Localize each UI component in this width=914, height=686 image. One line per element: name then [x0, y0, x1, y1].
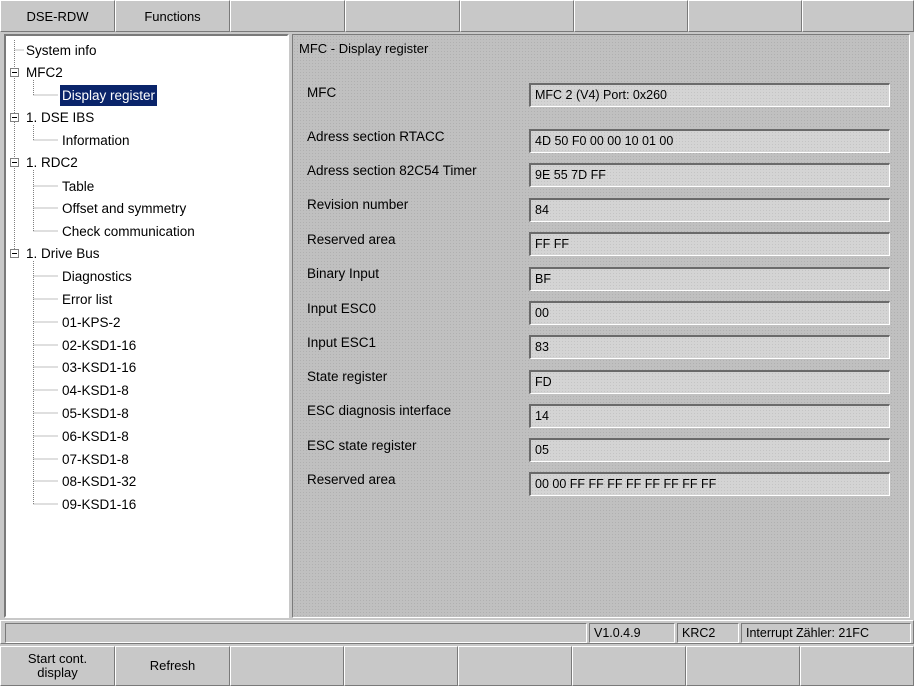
- panel-title: MFC - Display register: [299, 41, 429, 56]
- tree-item-drive[interactable]: 07-KSD1-8: [60, 449, 131, 470]
- tree-item-diagnostics[interactable]: Diagnostics: [60, 266, 134, 287]
- register-value: 00 00 FF FF FF FF FF FF FF FF: [529, 472, 890, 496]
- softkey-7[interactable]: [686, 646, 800, 686]
- register-value: 9E 55 7D FF: [529, 163, 890, 187]
- register-value: FD: [529, 370, 890, 394]
- register-value: 14: [529, 404, 890, 428]
- tree-item-rdc2[interactable]: 1. RDC2: [24, 152, 80, 173]
- menu-functions[interactable]: Functions: [115, 0, 230, 32]
- collapse-icon[interactable]: [10, 158, 19, 167]
- register-label: Reserved area: [307, 232, 396, 247]
- register-label: Adress section 82C54 Timer: [307, 163, 477, 178]
- collapse-icon[interactable]: [10, 249, 19, 258]
- menu-empty-6[interactable]: [574, 0, 688, 32]
- menu-empty-5[interactable]: [460, 0, 574, 32]
- menu-empty-8[interactable]: [802, 0, 914, 32]
- tree-item-check-communication[interactable]: Check communication: [60, 221, 197, 242]
- register-value: 05: [529, 438, 890, 462]
- menu-bar: DSE-RDW Functions: [0, 0, 914, 32]
- register-value: 83: [529, 335, 890, 359]
- softkey-8[interactable]: [800, 646, 914, 686]
- collapse-icon[interactable]: [10, 68, 19, 77]
- menu-dse-rdw[interactable]: DSE-RDW: [0, 0, 115, 32]
- tree-item-table[interactable]: Table: [60, 176, 96, 197]
- collapse-icon[interactable]: [10, 113, 19, 122]
- start-cont-display-button[interactable]: Start cont. display: [0, 646, 115, 686]
- tree-item-drive[interactable]: 09-KSD1-16: [60, 494, 138, 515]
- softkey-5[interactable]: [458, 646, 572, 686]
- refresh-button[interactable]: Refresh: [115, 646, 230, 686]
- register-value: 4D 50 F0 00 00 10 01 00: [529, 129, 890, 153]
- register-label: MFC: [307, 85, 337, 100]
- status-message: [5, 623, 587, 643]
- tree-item-drive[interactable]: 04-KSD1-8: [60, 380, 131, 401]
- register-value: BF: [529, 267, 890, 291]
- register-value: 00: [529, 301, 890, 325]
- softkey-3[interactable]: [230, 646, 344, 686]
- status-interrupt-counter: Interrupt Zähler: 21FC: [741, 623, 911, 643]
- register-label: ESC diagnosis interface: [307, 403, 452, 418]
- tree-item-drive[interactable]: 01-KPS-2: [60, 312, 123, 333]
- register-label: Input ESC0: [307, 301, 377, 316]
- register-panel: MFC - Display register MFC MFC 2 (V4) Po…: [292, 34, 910, 618]
- status-bar: V1.0.4.9 KRC2 Interrupt Zähler: 21FC: [0, 620, 914, 644]
- register-label: Revision number: [307, 197, 409, 212]
- register-value: 84: [529, 198, 890, 222]
- softkey-6[interactable]: [572, 646, 686, 686]
- tree-item-drive[interactable]: 03-KSD1-16: [60, 357, 138, 378]
- register-label: ESC state register: [307, 438, 417, 453]
- register-label: Reserved area: [307, 472, 396, 487]
- register-label: Binary Input: [307, 266, 380, 281]
- tree-item-display-register[interactable]: Display register: [60, 85, 158, 106]
- softkey-4[interactable]: [344, 646, 458, 686]
- menu-empty-3[interactable]: [230, 0, 345, 32]
- tree-item-drive[interactable]: 05-KSD1-8: [60, 403, 131, 424]
- status-robot: KRC2: [677, 623, 739, 643]
- tree-item-dse-ibs[interactable]: 1. DSE IBS: [24, 107, 96, 128]
- tree-item-drive[interactable]: 06-KSD1-8: [60, 426, 131, 447]
- register-label: Input ESC1: [307, 335, 377, 350]
- softkey-bar: Start cont. display Refresh: [0, 646, 914, 686]
- register-value: MFC 2 (V4) Port: 0x260: [529, 83, 890, 107]
- tree-item-drive[interactable]: 02-KSD1-16: [60, 335, 138, 356]
- tree-item-drive[interactable]: 08-KSD1-32: [60, 471, 138, 492]
- tree-item-information[interactable]: Information: [60, 130, 132, 151]
- register-label: Adress section RTACC: [307, 129, 445, 144]
- tree-item-mfc2[interactable]: MFC2: [24, 62, 65, 83]
- register-value: FF FF: [529, 232, 890, 256]
- tree-item-system-info[interactable]: System info: [24, 40, 99, 61]
- tree-item-offset-symmetry[interactable]: Offset and symmetry: [60, 198, 188, 219]
- tree-item-error-list[interactable]: Error list: [60, 289, 114, 310]
- tree-item-drive-bus[interactable]: 1. Drive Bus: [24, 243, 102, 264]
- menu-empty-7[interactable]: [688, 0, 802, 32]
- menu-empty-4[interactable]: [345, 0, 460, 32]
- status-version: V1.0.4.9: [589, 623, 675, 643]
- register-label: State register: [307, 369, 388, 384]
- navigation-tree: System info MFC2 Display register 1. DSE…: [4, 34, 289, 618]
